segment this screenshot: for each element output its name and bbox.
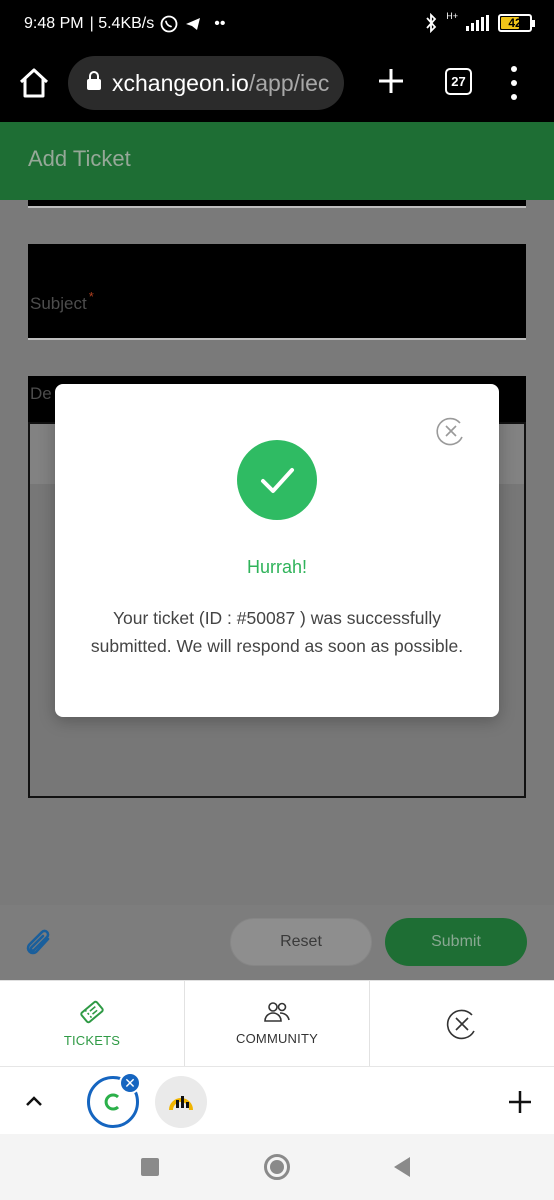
tab-tickets-label: TICKETS: [63, 1033, 121, 1048]
close-icon[interactable]: ✕: [119, 1072, 141, 1094]
plus-icon: [379, 69, 403, 93]
bluetooth-icon: [424, 13, 438, 33]
success-check-icon: [237, 440, 317, 520]
battery-icon: 42: [498, 14, 535, 32]
lock-icon: [86, 70, 102, 96]
tab-tickets[interactable]: TICKETS: [0, 981, 185, 1066]
browser-bottom-bar: ✕: [0, 1066, 554, 1134]
reset-button[interactable]: Reset: [230, 918, 372, 966]
url-host: xchangeon.io: [112, 69, 249, 96]
community-icon: [264, 1002, 290, 1022]
submit-button[interactable]: Submit: [385, 918, 527, 966]
page-title: Add Ticket: [28, 146, 131, 171]
status-bar: 9:48 PM | 5.4KB/s •• H+ 42: [0, 0, 554, 50]
back-button[interactable]: [394, 1157, 410, 1177]
form-action-bar: Reset Submit: [0, 905, 554, 980]
subject-label: Subject *: [30, 289, 94, 313]
close-panel-button[interactable]: [370, 981, 554, 1066]
c-logo-icon: [104, 1093, 120, 1111]
required-mark: *: [88, 289, 94, 304]
bottom-tab-bar: TICKETS COMMUNITY: [0, 980, 554, 1066]
system-nav-bar: [0, 1134, 554, 1200]
app-shortcut-chart[interactable]: [155, 1076, 207, 1128]
dialog-title: Hurrah!: [246, 557, 308, 577]
ticket-icon: [80, 1000, 104, 1024]
address-bar[interactable]: xchangeon.io/app/iec: [68, 56, 344, 110]
home-nav-button[interactable]: [264, 1154, 290, 1180]
browser-toolbar: xchangeon.io/app/iec 27: [0, 50, 554, 122]
browser-menu-button[interactable]: [505, 66, 523, 100]
status-time: 9:48 PM: [24, 15, 84, 32]
chevron-up-icon[interactable]: [22, 1089, 46, 1113]
close-circle-icon: [446, 1009, 475, 1039]
new-tab-button[interactable]: [374, 64, 408, 98]
home-icon: [19, 68, 49, 98]
paperclip-icon[interactable]: [24, 925, 56, 961]
success-dialog: Hurrah! Your ticket (ID : #50087 ) was s…: [55, 384, 499, 717]
dialog-message: Your ticket (ID : #50087 ) was successfu…: [90, 608, 464, 656]
tab-community[interactable]: COMMUNITY: [185, 981, 370, 1066]
chart-logo-icon: [169, 1096, 193, 1111]
category-field[interactable]: [28, 200, 526, 208]
close-icon[interactable]: [435, 415, 467, 447]
page-header: Add Ticket: [0, 122, 554, 200]
whatsapp-icon: [160, 15, 178, 33]
telegram-icon: [184, 15, 202, 33]
tab-switcher-button[interactable]: 27: [445, 68, 472, 95]
tab-community-label: COMMUNITY: [236, 1031, 318, 1046]
more-notifications-icon: ••: [214, 15, 226, 32]
plus-icon[interactable]: [507, 1089, 533, 1115]
signal-type: H+: [446, 11, 458, 21]
home-button[interactable]: [16, 65, 52, 101]
subject-field[interactable]: Subject *: [28, 244, 526, 340]
signal-icon: [466, 15, 490, 31]
battery-level: 42: [508, 16, 522, 30]
description-label: De: [30, 384, 52, 403]
url-path: /app/iec: [248, 69, 330, 96]
network-speed: | 5.4KB/s: [89, 15, 155, 32]
recents-button[interactable]: [141, 1158, 159, 1176]
